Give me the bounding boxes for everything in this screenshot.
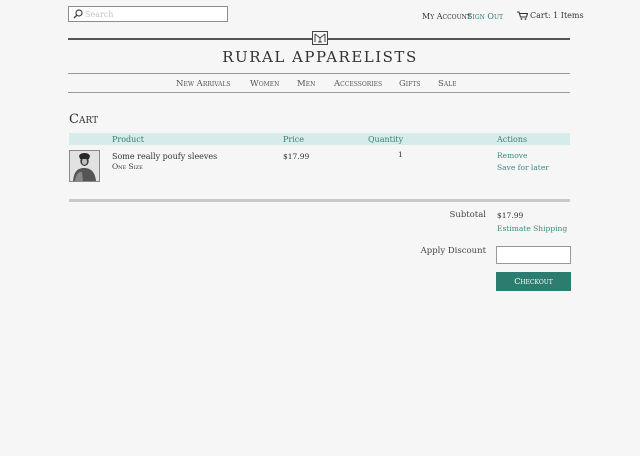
cart-link[interactable]: Cart: 1 Items [517,11,584,20]
checkout-button[interactable]: Checkout [496,272,571,291]
column-header-product: Product [112,135,144,144]
estimate-shipping-link[interactable]: Estimate Shipping [497,224,567,233]
nav-men[interactable]: Men [297,79,315,89]
apply-discount-label: Apply Discount [420,246,486,256]
nav-divider-top [68,73,570,74]
search-icon [73,9,83,19]
column-header-price: Price [283,135,304,144]
cart-count-label: Cart: 1 Items [530,11,584,20]
page-title: Cart [69,112,99,127]
nav-new-arrivals[interactable]: New Arrivals [176,79,231,89]
my-account-link[interactable]: My Account [422,12,471,21]
nav-divider-bottom [68,92,570,93]
cart-icon [517,11,529,20]
remove-item-link[interactable]: Remove [497,151,527,160]
subtotal-label: Subtotal [449,210,486,220]
column-header-actions: Actions [497,135,528,144]
save-for-later-link[interactable]: Save for later [497,163,549,172]
nav-accessories[interactable]: Accessories [334,79,382,89]
cart-divider [69,199,570,202]
cart-item-name[interactable]: Some really poufy sleeves [112,152,217,161]
column-header-quantity: Quantity [368,135,404,144]
cart-item-price: $17.99 [283,152,310,161]
cart-table-header [69,133,570,145]
product-thumbnail[interactable] [69,150,100,182]
cart-item-quantity[interactable]: 1 [398,150,403,159]
sign-out-link[interactable]: Sign Out [467,12,503,21]
discount-code-input[interactable] [496,246,571,264]
search-box[interactable] [68,6,228,22]
search-input[interactable] [85,7,225,21]
nav-women[interactable]: Women [250,79,279,89]
nav-gifts[interactable]: Gifts [399,79,420,89]
logo-mark [312,31,328,45]
nav-sale[interactable]: Sale [438,79,457,89]
site-brand[interactable]: RURAL APPARELISTS [0,48,640,66]
subtotal-value: $17.99 [497,211,524,220]
cart-item-size: One Size [112,162,143,171]
